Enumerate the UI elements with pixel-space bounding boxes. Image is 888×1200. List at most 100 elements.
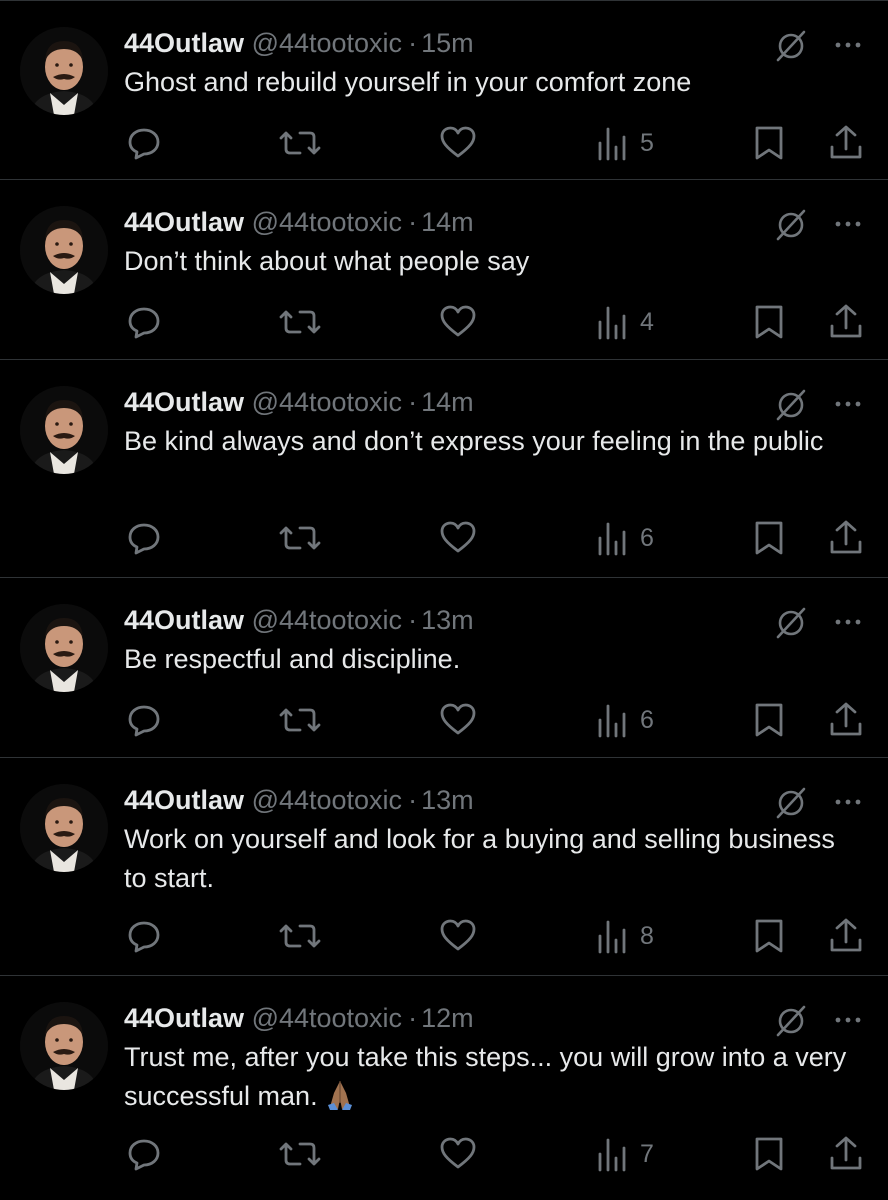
avatar[interactable]	[20, 206, 108, 294]
reply-button[interactable]	[124, 516, 164, 560]
bookmark-icon	[755, 1137, 783, 1171]
grok-slash-icon[interactable]	[774, 388, 808, 422]
more-dots-icon[interactable]	[830, 1006, 866, 1034]
tweet[interactable]: 44Outlaw @44tootoxic · 14m Don’t think abo…	[0, 180, 888, 360]
tweet[interactable]: 44Outlaw @44tootoxic · 13m Work on yoursel…	[0, 758, 888, 976]
avatar[interactable]	[20, 604, 108, 692]
avatar[interactable]	[20, 784, 108, 872]
user-handle[interactable]: @44tootoxic	[252, 1003, 403, 1033]
views-count: 4	[640, 307, 654, 336]
timestamp[interactable]: 13m	[421, 605, 474, 635]
more-dots-icon[interactable]	[830, 608, 866, 636]
tweet-text-content: Trust me, after you take this steps... y…	[124, 1042, 847, 1111]
bookmark-button[interactable]	[752, 300, 786, 344]
grok-slash-icon[interactable]	[774, 606, 808, 640]
display-name[interactable]: 44Outlaw	[124, 1003, 244, 1033]
reply-button[interactable]	[124, 121, 164, 165]
timestamp[interactable]: 13m	[421, 785, 474, 815]
grok-slash-icon[interactable]	[774, 1004, 808, 1038]
tweet-header: 44Outlaw @44tootoxic · 14m	[124, 202, 808, 242]
views-button[interactable]: 8	[596, 914, 654, 958]
bookmark-button[interactable]	[752, 1132, 786, 1176]
views-button[interactable]: 4	[596, 300, 654, 344]
more-dots-icon[interactable]	[830, 31, 866, 59]
retweet-button[interactable]	[278, 516, 322, 560]
grok-slash-icon[interactable]	[774, 208, 808, 242]
tweet-header: 44Outlaw @44tootoxic · 14m	[124, 382, 808, 422]
user-handle[interactable]: @44tootoxic	[252, 28, 403, 58]
heart-icon	[440, 919, 476, 951]
avatar[interactable]	[20, 386, 108, 474]
avatar[interactable]	[20, 27, 108, 115]
like-button[interactable]	[438, 516, 478, 560]
views-count: 7	[640, 1139, 654, 1168]
reply-icon	[128, 921, 160, 953]
reply-button[interactable]	[124, 914, 164, 958]
timestamp[interactable]: 15m	[421, 28, 474, 58]
bookmark-button[interactable]	[752, 516, 786, 560]
timestamp[interactable]: 14m	[421, 207, 474, 237]
display-name[interactable]: 44Outlaw	[124, 28, 244, 58]
views-button[interactable]: 6	[596, 516, 654, 560]
more-dots-icon[interactable]	[830, 788, 866, 816]
tweet-header: 44Outlaw @44tootoxic · 15m	[124, 23, 808, 63]
tweet-text: Don’t think about what people say	[124, 246, 530, 276]
share-icon	[830, 304, 862, 338]
retweet-button[interactable]	[278, 698, 322, 742]
share-button[interactable]	[828, 516, 864, 560]
tweet[interactable]: 44Outlaw @44tootoxic · 14m Be kind always …	[0, 360, 888, 578]
share-button[interactable]	[828, 698, 864, 742]
tweet[interactable]: 44Outlaw @44tootoxic · 15m Ghost and rebui…	[0, 1, 888, 180]
tweet-header: 44Outlaw @44tootoxic · 13m	[124, 780, 808, 820]
retweet-button[interactable]	[278, 121, 322, 165]
user-handle[interactable]: @44tootoxic	[252, 207, 403, 237]
share-button[interactable]	[828, 914, 864, 958]
retweet-button[interactable]	[278, 1132, 322, 1176]
views-button[interactable]: 5	[596, 121, 654, 165]
bookmark-icon	[755, 521, 783, 555]
timestamp[interactable]: 12m	[421, 1003, 474, 1033]
share-button[interactable]	[828, 1132, 864, 1176]
like-button[interactable]	[438, 698, 478, 742]
like-button[interactable]	[438, 1132, 478, 1176]
more-dots-icon[interactable]	[830, 210, 866, 238]
grok-slash-icon[interactable]	[774, 786, 808, 820]
bookmark-button[interactable]	[752, 698, 786, 742]
bookmark-button[interactable]	[752, 914, 786, 958]
reply-icon	[128, 705, 160, 737]
user-handle[interactable]: @44tootoxic	[252, 785, 403, 815]
reply-button[interactable]	[124, 1132, 164, 1176]
share-button[interactable]	[828, 300, 864, 344]
tweet-actions: 4	[0, 300, 888, 344]
display-name[interactable]: 44Outlaw	[124, 387, 244, 417]
separator-dot: ·	[408, 207, 418, 237]
display-name[interactable]: 44Outlaw	[124, 785, 244, 815]
display-name[interactable]: 44Outlaw	[124, 605, 244, 635]
retweet-icon	[279, 1142, 321, 1166]
avatar[interactable]	[20, 1002, 108, 1090]
separator-dot: ·	[408, 28, 418, 58]
grok-slash-icon[interactable]	[774, 29, 808, 63]
user-handle[interactable]: @44tootoxic	[252, 605, 403, 635]
reply-button[interactable]	[124, 300, 164, 344]
tweet-text: Be kind always and don’t express your fe…	[124, 426, 824, 456]
share-button[interactable]	[828, 121, 864, 165]
views-button[interactable]: 6	[596, 698, 654, 742]
user-handle[interactable]: @44tootoxic	[252, 387, 403, 417]
timestamp[interactable]: 14m	[421, 387, 474, 417]
tweet[interactable]: 44Outlaw @44tootoxic · 12m Trust me, after…	[0, 976, 888, 1200]
tweet[interactable]: 44Outlaw @44tootoxic · 13m Be respectful a…	[0, 578, 888, 758]
like-button[interactable]	[438, 300, 478, 344]
tweet-text: Be respectful and discipline.	[124, 644, 461, 674]
more-dots-icon[interactable]	[830, 390, 866, 418]
views-button[interactable]: 7	[596, 1132, 654, 1176]
like-button[interactable]	[438, 914, 478, 958]
retweet-button[interactable]	[278, 300, 322, 344]
like-button[interactable]	[438, 121, 478, 165]
retweet-icon	[279, 131, 321, 155]
bookmark-button[interactable]	[752, 121, 786, 165]
display-name[interactable]: 44Outlaw	[124, 207, 244, 237]
views-bar-chart-icon	[598, 920, 626, 954]
retweet-button[interactable]	[278, 914, 322, 958]
reply-button[interactable]	[124, 698, 164, 742]
